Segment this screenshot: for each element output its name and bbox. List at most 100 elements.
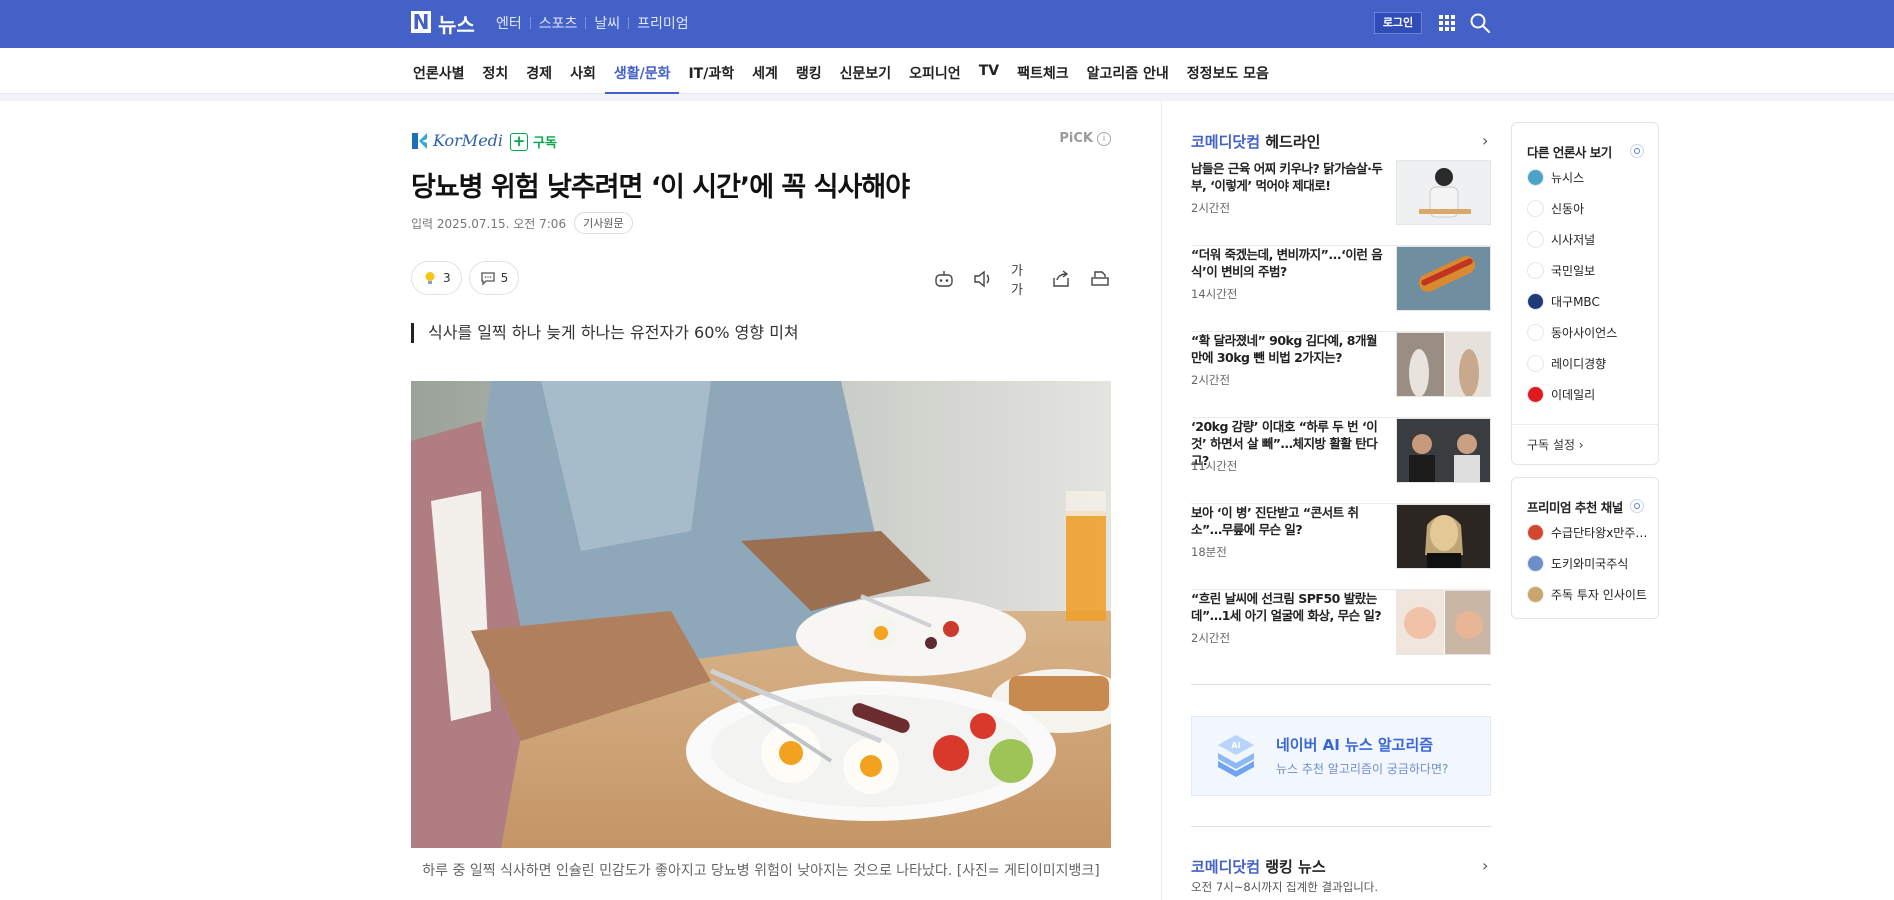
subscribe-label: 구독 xyxy=(533,136,557,151)
top-bar: N 뉴스 엔터 스포츠 날씨 프리미엄 로그인 xyxy=(0,0,1894,48)
channel-name: 주독 투자 인사이트 xyxy=(1551,588,1647,602)
headlines-title[interactable]: 코메디닷컴 헤드라인 xyxy=(1191,131,1320,152)
headline-time: 11시간전 xyxy=(1191,459,1238,473)
press-name: 이데일리 xyxy=(1551,388,1596,402)
article-headline: 당뇨병 위험 낮추려면 ‘이 시간’에 꼭 식사해야 xyxy=(411,172,910,203)
headline-thumbnail xyxy=(1396,160,1491,225)
login-button[interactable]: 로그인 xyxy=(1374,12,1422,34)
headline-title: 남들은 근육 어찌 키우나? 닭가슴살·두부, ‘이렇게’ 먹어야 제대로! xyxy=(1191,161,1383,193)
category-corrections[interactable]: 정정보도 모음 xyxy=(1178,48,1278,94)
press-name: 뉴시스 xyxy=(1551,171,1585,185)
speaker-icon[interactable] xyxy=(972,269,994,289)
top-nav-weather[interactable]: 날씨 xyxy=(586,13,628,33)
press-icon xyxy=(1527,169,1544,186)
press-item-shindonga[interactable]: 신동아 xyxy=(1527,200,1655,217)
press-item-dongascience[interactable]: 동아사이언스 xyxy=(1527,324,1655,341)
top-nav-premium[interactable]: 프리미엄 xyxy=(629,13,697,33)
refresh-icon[interactable] xyxy=(1630,499,1644,513)
naver-logo[interactable]: N xyxy=(411,11,431,33)
category-world[interactable]: 세계 xyxy=(743,48,787,94)
category-life-culture[interactable]: 생활/문화 xyxy=(604,48,680,94)
headline-item[interactable]: “확 달라졌네” 90kg 김다예, 8개월 만에 30kg 뺀 비법 2가지는… xyxy=(1191,332,1491,418)
headlines-press: 코메디닷컴 xyxy=(1191,133,1261,151)
subscribe-button[interactable]: + 구독 xyxy=(510,132,557,151)
press-item-daegu-mbc[interactable]: 대구MBC xyxy=(1527,293,1655,310)
headline-item[interactable]: 남들은 근육 어찌 키우나? 닭가슴살·두부, ‘이렇게’ 먹어야 제대로! 2… xyxy=(1191,160,1491,246)
other-press-title: 다른 언론사 보기 xyxy=(1527,145,1612,160)
category-factcheck[interactable]: 팩트체크 xyxy=(1008,48,1078,94)
press-item-sisajournal[interactable]: 시사저널 xyxy=(1527,231,1655,248)
ranking-subtitle: 오전 7시~8시까지 집계한 결과입니다. xyxy=(1191,880,1379,894)
headline-time: 2시간전 xyxy=(1191,373,1231,387)
category-newspaper[interactable]: 신문보기 xyxy=(831,48,901,94)
headline-title: “흐린 날씨에 선크림 SPF50 발랐는데”…1세 아기 얼굴에 화상, 무슨… xyxy=(1191,591,1382,623)
press-name: 대구MBC xyxy=(1551,295,1600,309)
press-name: KorMedi xyxy=(433,131,504,150)
top-nav-entertainment[interactable]: 엔터 xyxy=(488,13,530,33)
category-society[interactable]: 사회 xyxy=(561,48,605,94)
headline-item[interactable]: “더워 죽겠는데, 변비까지”...‘이런 음식’이 변비의 주범? 14시간전 xyxy=(1191,246,1491,332)
category-economy[interactable]: 경제 xyxy=(517,48,561,94)
print-icon[interactable] xyxy=(1089,269,1111,289)
press-name: 국민일보 xyxy=(1551,264,1596,278)
comment-count: 5 xyxy=(500,271,509,285)
premium-item[interactable]: 수급단타왕x만주… xyxy=(1527,524,1655,541)
news-brand[interactable]: 뉴스 xyxy=(438,9,475,38)
headline-thumbnail xyxy=(1396,504,1491,569)
text-size-button[interactable]: 가가 xyxy=(1011,264,1033,298)
headline-title: 보아 ‘이 병’ 진단받고 “콘서트 취소”…무릎에 무슨 일? xyxy=(1191,505,1359,537)
chevron-right-icon[interactable]: › xyxy=(1482,856,1488,875)
headline-item[interactable]: 보아 ‘이 병’ 진단받고 “콘서트 취소”…무릎에 무슨 일? 18분전 xyxy=(1191,504,1491,590)
press-icon xyxy=(1527,262,1544,279)
headline-item[interactable]: “흐린 날씨에 선크림 SPF50 발랐는데”…1세 아기 얼굴에 화상, 무슨… xyxy=(1191,590,1491,676)
premium-item[interactable]: 주독 투자 인사이트 xyxy=(1527,586,1655,603)
channel-name: 도키와미국주식 xyxy=(1551,557,1629,571)
headline-thumbnail xyxy=(1396,590,1491,655)
ai-algorithm-banner[interactable]: AI 네이버 AI 뉴스 알고리즘 뉴스 추천 알고리즘이 궁금하다면? xyxy=(1191,716,1491,796)
press-item-kukmin[interactable]: 국민일보 xyxy=(1527,262,1655,279)
refresh-icon[interactable] xyxy=(1630,144,1644,158)
info-icon[interactable]: i xyxy=(1097,131,1111,146)
article-meta: 입력 2025.07.15. 오전 7:06 기사원문 xyxy=(411,212,633,234)
kormedi-logo-icon xyxy=(412,132,427,149)
summary-bot-icon[interactable] xyxy=(933,269,955,289)
press-icon xyxy=(1527,293,1544,310)
subscription-settings-link[interactable]: 구독 설정 › xyxy=(1512,424,1658,464)
ai-banner-title: 네이버 AI 뉴스 알고리즘 xyxy=(1276,736,1434,754)
category-algorithm[interactable]: 알고리즘 안내 xyxy=(1078,48,1178,94)
article-tools: 가가 xyxy=(933,264,1111,298)
headline-time: 18분전 xyxy=(1191,545,1227,559)
ranking-press: 코메디닷컴 xyxy=(1191,858,1261,876)
like-button[interactable]: 3 xyxy=(411,261,462,295)
category-ranking[interactable]: 랭킹 xyxy=(787,48,831,94)
ranking-title-suffix: 랭킹 뉴스 xyxy=(1260,858,1326,876)
comment-button[interactable]: 5 xyxy=(468,261,520,295)
category-by-press[interactable]: 언론사별 xyxy=(404,48,474,94)
original-article-button[interactable]: 기사원문 xyxy=(574,212,633,234)
chevron-right-icon[interactable]: › xyxy=(1482,131,1488,150)
premium-item[interactable]: 도키와미국주식 xyxy=(1527,555,1655,572)
other-press-box: 다른 언론사 보기 뉴시스 신동아 시사저널 국민일보 대구MBC 동아사이언스… xyxy=(1511,122,1659,465)
ai-stack-icon: AI xyxy=(1218,735,1254,777)
press-item-newsis[interactable]: 뉴시스 xyxy=(1527,169,1655,186)
ranking-title[interactable]: 코메디닷컴 랭킹 뉴스 xyxy=(1191,856,1326,877)
press-item-edaily[interactable]: 이데일리 xyxy=(1527,386,1655,403)
top-nav-sports[interactable]: 스포츠 xyxy=(531,13,586,33)
search-icon[interactable] xyxy=(1469,12,1491,34)
press-icon xyxy=(1527,386,1544,403)
headlines-title-suffix: 헤드라인 xyxy=(1260,133,1321,151)
pick-label: PiCK xyxy=(1059,131,1093,146)
press-logo[interactable]: KorMedi xyxy=(411,131,503,150)
category-it-science[interactable]: IT/과학 xyxy=(679,48,743,94)
share-icon[interactable] xyxy=(1050,269,1072,289)
headline-item[interactable]: ‘20kg 감량’ 이대호 “하루 두 번 ‘이것’ 하면서 살 빼”…체지방 … xyxy=(1191,418,1491,504)
category-tv[interactable]: TV xyxy=(970,48,1008,94)
category-politics[interactable]: 정치 xyxy=(474,48,518,94)
channel-icon xyxy=(1527,555,1544,572)
press-item-lady-kyunghyang[interactable]: 레이디경향 xyxy=(1527,355,1655,372)
apps-grid-icon[interactable] xyxy=(1439,15,1455,31)
category-opinion[interactable]: 오피니언 xyxy=(900,48,970,94)
pick-badge[interactable]: PiCK i xyxy=(1059,131,1111,146)
comment-icon xyxy=(480,272,495,286)
channel-icon xyxy=(1527,586,1544,603)
